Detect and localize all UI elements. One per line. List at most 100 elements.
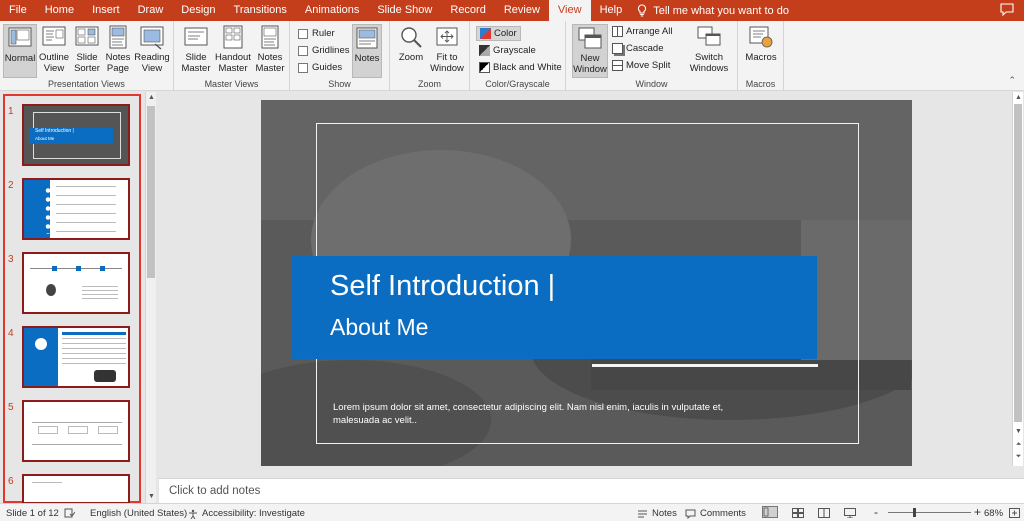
comments-icon[interactable] <box>1000 3 1014 19</box>
thumbnail-5-box-a <box>38 426 58 434</box>
slide-master-button[interactable]: Slide Master <box>180 24 212 74</box>
slideshow-status-icon[interactable] <box>844 508 856 518</box>
notes-pane[interactable]: Click to add notes <box>159 478 1024 503</box>
thumbnail-4-sidebar <box>24 328 58 386</box>
new-window-button[interactable]: New Window <box>572 24 608 78</box>
slide-thumbnail-2[interactable] <box>22 178 130 240</box>
slide-thumbnail-5[interactable] <box>22 400 130 462</box>
tab-transitions[interactable]: Transitions <box>225 0 296 21</box>
switch-windows-icon <box>697 26 721 46</box>
tab-home[interactable]: Home <box>36 0 83 21</box>
reading-view-button[interactable]: Reading View <box>134 24 170 74</box>
outline-view-button[interactable]: Outline View <box>38 24 70 74</box>
cascade-button[interactable]: Cascade <box>612 43 664 54</box>
group-presentation-views: Normal Outline View Slide Sorter Notes P… <box>0 21 174 91</box>
slide-body-text[interactable]: Lorem ipsum dolor sit amet, consectetur … <box>333 401 753 427</box>
thumbnail-2-lines <box>56 186 116 234</box>
black-white-swatch-icon <box>479 62 490 73</box>
arrange-all-button[interactable]: Arrange All <box>612 26 672 37</box>
zoom-out-button[interactable]: - <box>874 505 878 519</box>
tab-record[interactable]: Record <box>441 0 494 21</box>
tab-insert[interactable]: Insert <box>83 0 129 21</box>
arrange-all-icon <box>612 26 623 37</box>
fit-slide-icon[interactable] <box>1009 508 1020 518</box>
grayscale-button[interactable]: Grayscale <box>479 45 536 56</box>
notes-toggle-button[interactable]: Notes <box>352 24 382 78</box>
slide-thumbnail-1[interactable]: Self Introduction | About Me <box>22 104 130 166</box>
zoom-slider-handle[interactable] <box>913 508 916 517</box>
status-notes-button[interactable]: Notes <box>637 508 677 519</box>
tab-view[interactable]: View <box>548 0 591 21</box>
thumbnail-1-subtitle: About Me <box>35 136 55 141</box>
magnifier-icon <box>401 27 422 48</box>
gridlines-checkbox[interactable]: Gridlines <box>298 45 350 56</box>
zoom-button[interactable]: Zoom <box>396 24 426 63</box>
scroll-up-icon[interactable]: ▲ <box>1013 92 1024 103</box>
ruler-checkbox[interactable]: Ruler <box>298 28 335 39</box>
status-bar: Slide 1 of 12 English (United States) Ac… <box>0 503 1024 521</box>
slide-sorter-status-icon[interactable] <box>792 508 804 518</box>
slide-thumbnail-4[interactable] <box>22 326 130 388</box>
thumbnail-scroll-thumb[interactable] <box>147 106 155 278</box>
zoom-level[interactable]: 68% <box>984 508 1003 519</box>
thumbnail-scrollbar[interactable]: ▲ ▼ <box>145 92 156 503</box>
scroll-down-icon[interactable]: ▼ <box>146 491 157 502</box>
tab-animations[interactable]: Animations <box>296 0 368 21</box>
accessibility-status[interactable]: Accessibility: Investigate <box>188 508 305 519</box>
slide-scrollbar[interactable]: ▲ ▼ ⏶ ⏷ <box>1012 92 1023 466</box>
slide-editing-area: Self Introduction | About Me Lorem ipsum… <box>159 92 1023 478</box>
slide-thumbnail-3[interactable] <box>22 252 130 314</box>
collapse-ribbon-icon[interactable]: ⌃ <box>1008 75 1016 86</box>
title-banner[interactable]: Self Introduction | About Me <box>291 256 817 359</box>
handout-master-icon <box>223 25 243 49</box>
status-comments-button[interactable]: Comments <box>685 508 746 519</box>
tab-file[interactable]: File <box>0 0 36 21</box>
spelling-check-icon[interactable] <box>64 508 75 518</box>
black-white-button[interactable]: Black and White <box>479 62 562 73</box>
next-slide-icon[interactable]: ⏷ <box>1013 451 1024 462</box>
tab-draw[interactable]: Draw <box>129 0 173 21</box>
notes-page-icon <box>109 25 127 49</box>
normal-view-button[interactable]: Normal <box>3 24 37 78</box>
notes-placeholder[interactable]: Click to add notes <box>169 485 260 497</box>
thumbnail-3-text <box>82 286 118 300</box>
slide-sorter-icon <box>75 26 99 46</box>
group-window: New Window Arrange All Cascade Move Spli… <box>566 21 738 91</box>
accent-line <box>592 364 818 367</box>
handout-master-button[interactable]: Handout Master <box>214 24 252 74</box>
tab-review[interactable]: Review <box>495 0 549 21</box>
color-button[interactable]: Color <box>476 26 521 41</box>
tab-slide-show[interactable]: Slide Show <box>368 0 441 21</box>
tab-design[interactable]: Design <box>172 0 224 21</box>
thumbnail-5-line-b <box>32 444 122 445</box>
notes-page-button[interactable]: Notes Page <box>104 24 132 74</box>
macros-button[interactable]: Macros <box>744 24 778 63</box>
slide-thumbnail-6[interactable] <box>22 474 130 504</box>
thumbnail-number: 3 <box>8 254 14 265</box>
normal-view-status-icon[interactable] <box>762 506 778 518</box>
language-indicator[interactable]: English (United States) <box>90 508 187 519</box>
slide-scroll-thumb[interactable] <box>1014 104 1022 422</box>
thumbnail-5-box-b <box>68 426 88 434</box>
slide-title[interactable]: Self Introduction | <box>330 270 555 303</box>
reading-view-status-icon[interactable] <box>818 508 830 518</box>
switch-windows-button[interactable]: Switch Windows <box>686 24 732 74</box>
scroll-down-icon[interactable]: ▼ <box>1013 426 1024 437</box>
zoom-in-button[interactable]: + <box>974 505 981 519</box>
move-split-button[interactable]: Move Split <box>612 60 670 71</box>
zoom-slider-track[interactable] <box>888 512 971 513</box>
tell-me-search[interactable]: Tell me what you want to do <box>637 4 789 17</box>
scroll-up-icon[interactable]: ▲ <box>146 92 157 103</box>
thumbnail-4-header <box>62 332 126 335</box>
slide-subtitle[interactable]: About Me <box>330 314 428 341</box>
group-color-grayscale: Color Grayscale Black and White Color/Gr… <box>470 21 566 91</box>
guides-checkbox[interactable]: Guides <box>298 62 342 73</box>
previous-slide-icon[interactable]: ⏶ <box>1013 439 1024 450</box>
thumbnail-1-title: Self Introduction | <box>35 128 74 134</box>
reading-view-icon <box>140 26 164 50</box>
notes-master-button[interactable]: Notes Master <box>254 24 286 74</box>
tab-help[interactable]: Help <box>591 0 632 21</box>
slide-sorter-button[interactable]: Slide Sorter <box>72 24 102 74</box>
fit-to-window-button[interactable]: Fit to Window <box>428 24 466 74</box>
current-slide[interactable]: Self Introduction | About Me Lorem ipsum… <box>261 100 912 466</box>
